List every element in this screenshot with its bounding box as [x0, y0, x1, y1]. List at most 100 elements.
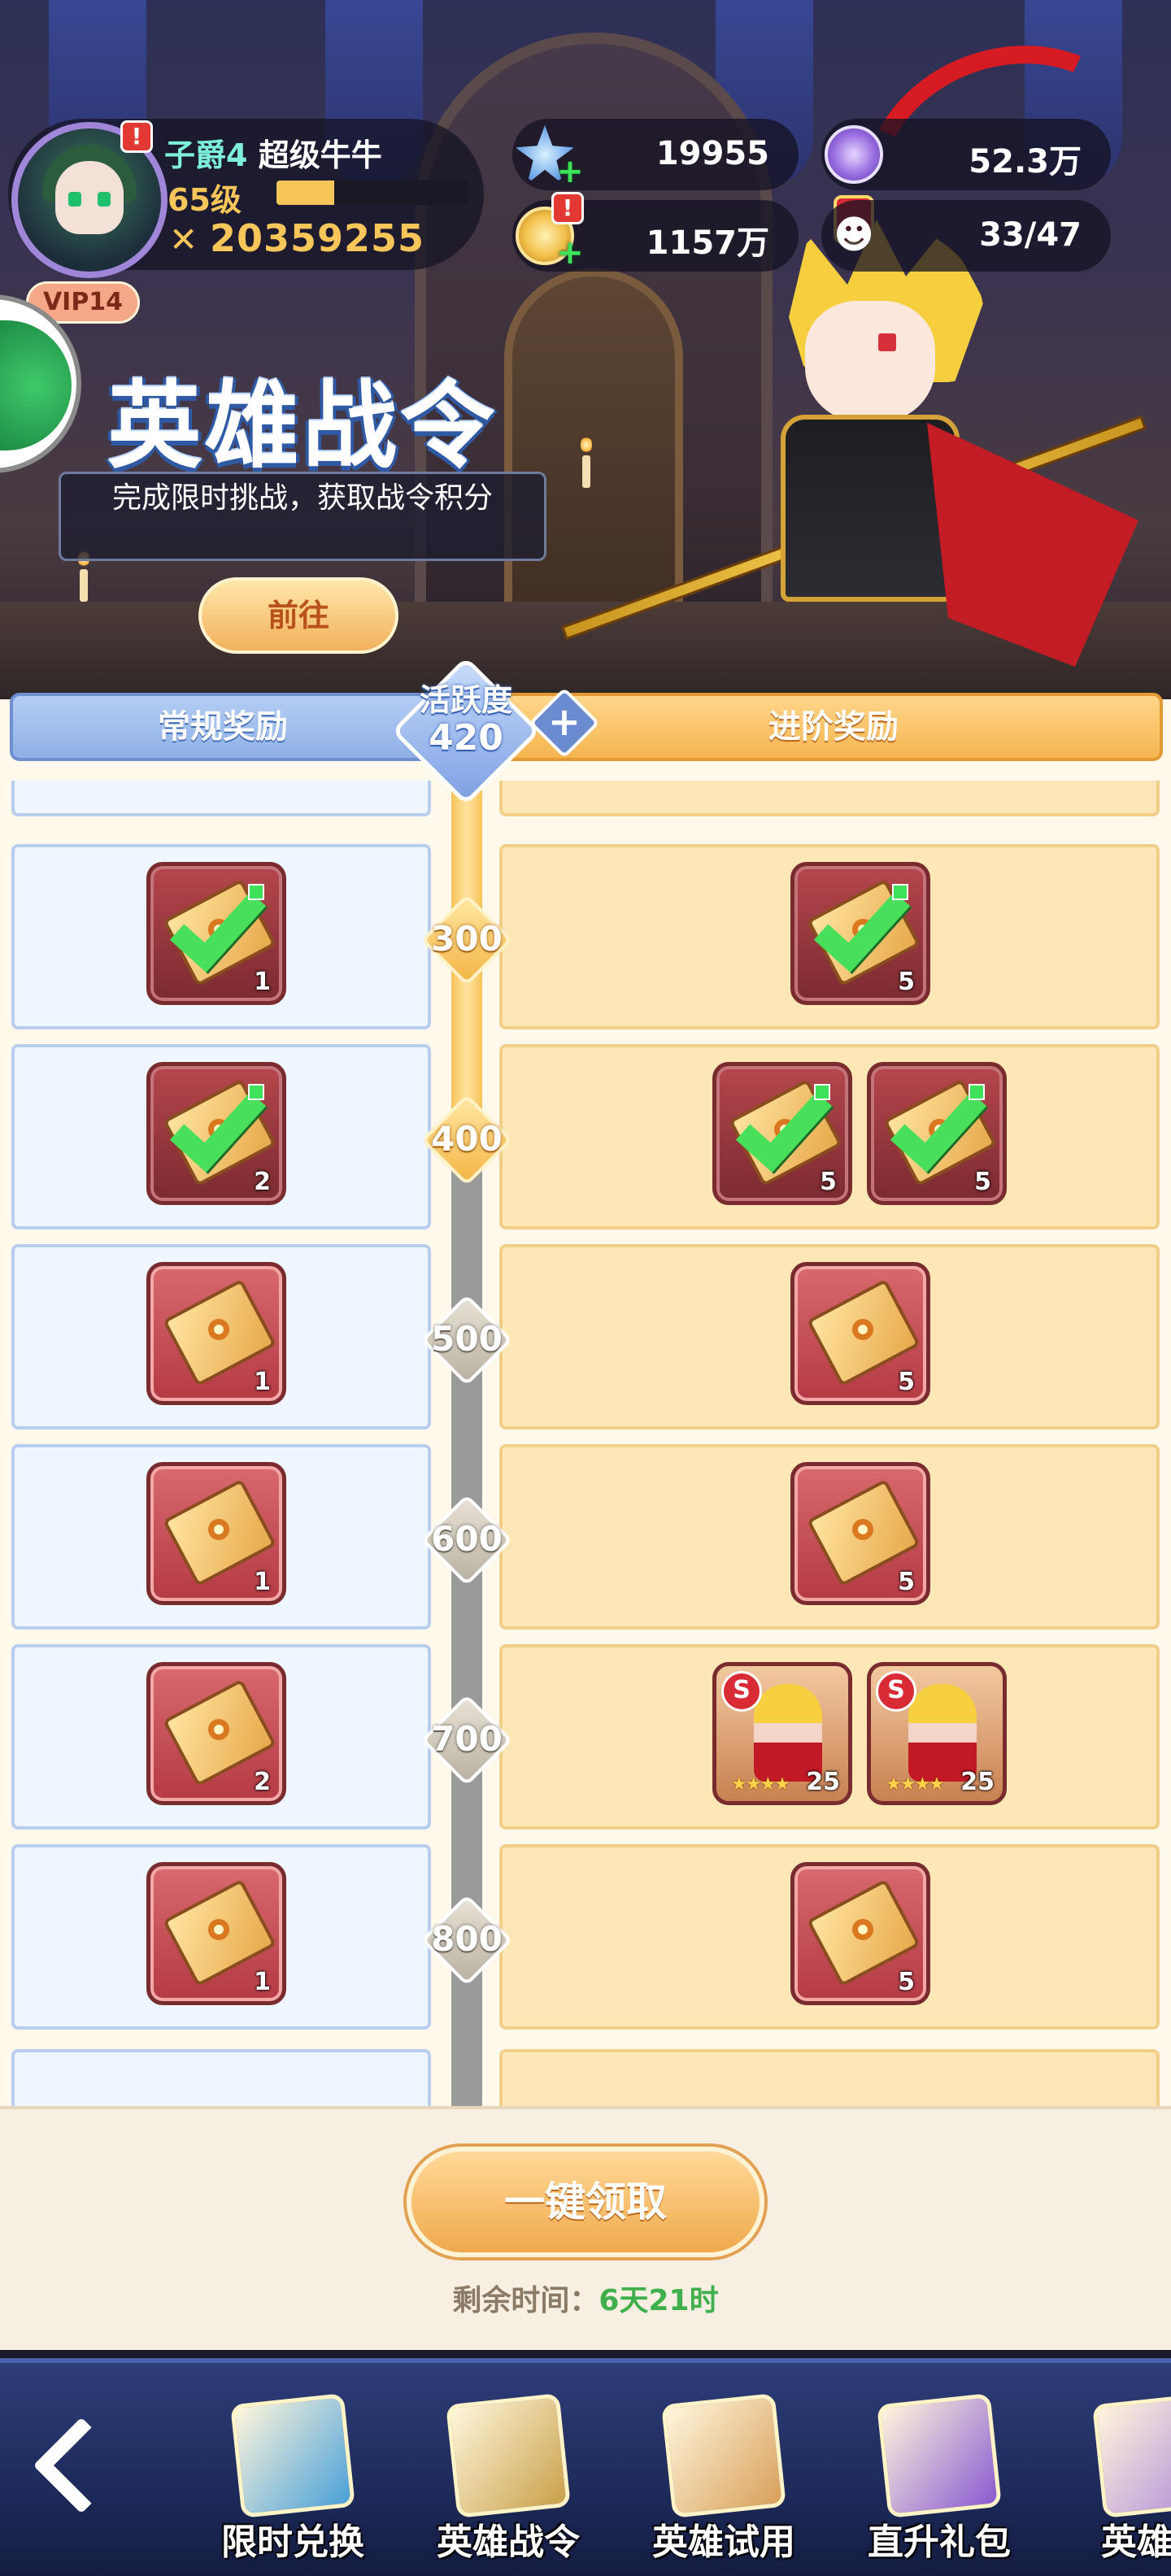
purple-coin-icon	[825, 125, 883, 184]
reward-row: 400 2 5 5	[0, 1034, 1171, 1229]
flame-icon	[581, 436, 592, 454]
reward-quantity: 5	[974, 1168, 991, 1196]
currency-stars[interactable]: + 19955	[512, 119, 799, 190]
nav-item[interactable]: 直升礼包	[850, 2382, 1029, 2571]
hero-shard-reward[interactable]: S ★★★★ 25	[712, 1662, 852, 1805]
claimed-dot-icon	[814, 1084, 830, 1100]
reward-quantity: 5	[898, 968, 915, 996]
gold-alert-icon: !	[551, 192, 584, 224]
pass-title: 英雄战令	[107, 372, 498, 481]
hero-portrait-icon	[908, 1684, 977, 1782]
activity-points-badge: 活跃度 420	[391, 656, 541, 806]
reward-quantity: 1	[254, 1368, 271, 1396]
ticket-reward[interactable]: 5	[867, 1062, 1007, 1205]
ticket-reward[interactable]: 2	[146, 1062, 286, 1205]
activity-value: 420	[429, 717, 503, 759]
reward-quantity: 1	[254, 968, 271, 996]
ticket-reward[interactable]: 1	[146, 862, 286, 1005]
currency-gold[interactable]: + ! 1157万	[512, 192, 799, 272]
gold-value: 1157万	[646, 224, 769, 262]
tab-normal-rewards[interactable]: 常规奖励	[10, 693, 436, 761]
currency-friends[interactable]: ☻ 33/47	[821, 200, 1111, 272]
milestone-marker: 300	[397, 886, 537, 992]
plus-icon: +	[547, 699, 581, 745]
claimed-dot-icon	[969, 1084, 985, 1100]
reward-quantity: 5	[898, 1568, 915, 1596]
activity-label: 活跃度	[419, 682, 512, 718]
milestone-marker: 500	[397, 1286, 537, 1392]
ticket-reward[interactable]: 1	[146, 1462, 286, 1605]
ticket-reward[interactable]: 5	[790, 1862, 930, 2005]
friends-value: 33/47	[979, 216, 1082, 254]
remaining-time-value: 6天21时	[599, 2284, 719, 2317]
nav-label: 英雄战令	[437, 2522, 580, 2563]
ticket-reward[interactable]: 1	[146, 1262, 286, 1405]
hero-portrait-icon	[754, 1684, 822, 1782]
milestone-marker: 600	[397, 1486, 537, 1592]
reward-row: 500 1 5	[0, 1234, 1171, 1429]
hero-card-icon	[1092, 2393, 1171, 2518]
reward-quantity: 2	[254, 1768, 271, 1796]
reward-quantity: 25	[806, 1768, 840, 1796]
reward-quantity: 1	[254, 1968, 271, 1996]
hero-shard-reward[interactable]: S ★★★★ 25	[867, 1662, 1007, 1805]
crossed-swords-icon: ✕	[169, 220, 198, 259]
candle-icon	[80, 569, 88, 602]
reward-row: 300 1 5	[0, 834, 1171, 1029]
ticket-reward[interactable]: 5	[790, 862, 930, 1005]
rank-badge: S	[721, 1671, 762, 1712]
add-stars-icon[interactable]: +	[556, 155, 584, 188]
go-button[interactable]: 前往	[198, 577, 398, 654]
pass-description: 完成限时挑战，获取战令积分	[59, 472, 546, 561]
exp-bar	[276, 181, 468, 205]
milestone-value: 400	[431, 1119, 503, 1159]
milestone-value: 600	[431, 1519, 503, 1559]
exp-bar-fill	[276, 181, 334, 205]
reward-row: 700 2 S ★★★★ 25 S ★★★★ 25	[0, 1634, 1171, 1830]
friends-icon: ☻	[833, 212, 875, 258]
reward-quantity: 5	[820, 1168, 837, 1196]
ticket-reward[interactable]: 2	[146, 1662, 286, 1805]
remaining-time: 剩余时间：6天21时	[0, 2277, 1171, 2319]
add-gold-icon[interactable]: +	[556, 237, 584, 269]
player-level: 65级	[168, 182, 242, 218]
nav-item[interactable]: 限时兑换	[203, 2382, 382, 2571]
ticket-reward[interactable]: 5	[790, 1462, 930, 1605]
milestone-value: 300	[431, 919, 503, 959]
rank-badge: S	[876, 1671, 916, 1712]
milestone-value: 700	[431, 1719, 503, 1759]
purple-coin-value: 52.3万	[969, 143, 1082, 181]
claim-all-button[interactable]: 一键领取	[407, 2147, 764, 2257]
back-button[interactable]	[33, 2413, 130, 2527]
nav-item[interactable]: 英雄试用	[634, 2382, 813, 2571]
player-name: 子爵4 超级牛牛	[164, 130, 382, 175]
ticket-reward[interactable]: 1	[146, 1862, 286, 2005]
currency-purple-coin[interactable]: 52.3万	[821, 119, 1111, 190]
reward-quantity: 2	[254, 1168, 271, 1196]
tab-advanced-rewards[interactable]: 进阶奖励	[504, 693, 1163, 761]
dragon-emblem-icon	[0, 320, 72, 450]
chevron-left-icon	[33, 2417, 130, 2514]
stars-value: 19955	[655, 135, 769, 172]
reward-quantity: 1	[254, 1568, 271, 1596]
nav-item[interactable]: 英雄证	[1065, 2382, 1171, 2571]
star-rating: ★★★★	[886, 1774, 945, 1795]
nav-label: 限时兑换	[221, 2522, 364, 2563]
nav-label: 直升礼包	[868, 2522, 1011, 2563]
reward-quantity: 5	[898, 1968, 915, 1996]
reward-row: 600 1 5	[0, 1434, 1171, 1630]
milestone-marker: 800	[397, 1886, 537, 1992]
ticket-reward[interactable]: 5	[790, 1262, 930, 1405]
milestone-value: 800	[431, 1919, 503, 1959]
player-nickname: 超级牛牛	[258, 137, 382, 173]
ticket-reward[interactable]: 5	[712, 1062, 852, 1205]
nav-item[interactable]: 英雄战令	[419, 2382, 598, 2571]
candle-icon	[582, 455, 590, 488]
reward-row: 800 1 5	[0, 1834, 1171, 2030]
reward-quantity: 5	[898, 1368, 915, 1396]
reward-quantity: 25	[960, 1768, 995, 1796]
claimed-dot-icon	[892, 884, 908, 900]
nav-label: 英雄试用	[652, 2522, 795, 2563]
combat-power: 20359255	[210, 216, 425, 260]
purple-gift-icon	[877, 2393, 1002, 2518]
